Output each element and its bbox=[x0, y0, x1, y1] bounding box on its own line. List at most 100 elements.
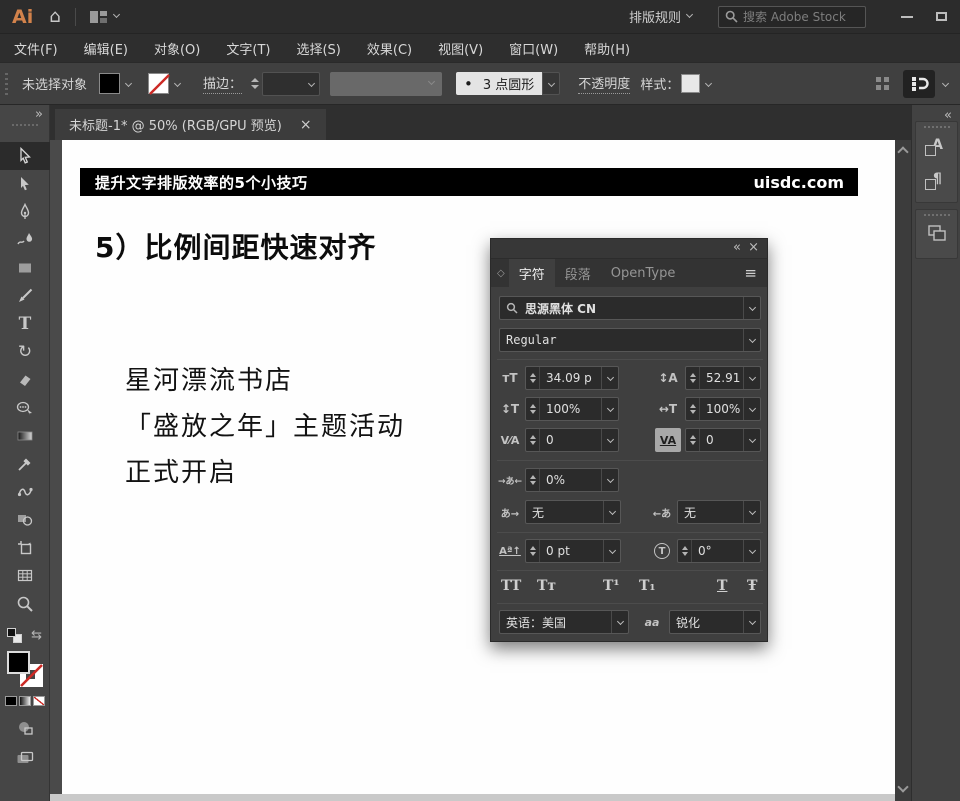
horizontal-scale-stepper[interactable] bbox=[686, 398, 700, 420]
scroll-down-icon[interactable] bbox=[897, 781, 908, 792]
search-input[interactable] bbox=[743, 10, 853, 24]
fill-proxy[interactable] bbox=[7, 651, 30, 674]
chevron-down-icon[interactable] bbox=[113, 11, 120, 18]
menu-select[interactable]: 选择(S) bbox=[296, 39, 340, 58]
scroll-up-icon[interactable] bbox=[897, 146, 908, 157]
home-icon[interactable]: ⌂ bbox=[49, 6, 60, 27]
brush-combo-chevron[interactable] bbox=[542, 72, 560, 95]
curvature-tool[interactable] bbox=[0, 226, 50, 254]
artboard[interactable]: 提升文字排版效率的5个小技巧 uisdc.com 5）比例间距快速对齐 星河漂流… bbox=[62, 140, 895, 794]
character-styles-panel-icon[interactable]: A bbox=[916, 128, 957, 162]
chevron-down-icon[interactable] bbox=[743, 398, 760, 420]
chevron-down-icon[interactable] bbox=[611, 611, 628, 633]
touch-workspace-icon[interactable] bbox=[876, 77, 889, 90]
proportional-stepper[interactable] bbox=[526, 469, 540, 491]
layers-panel-icon[interactable] bbox=[916, 216, 957, 250]
leading-stepper[interactable] bbox=[686, 367, 700, 389]
menu-object[interactable]: 对象(O) bbox=[154, 39, 200, 58]
workspace-switcher[interactable]: 排版规则 bbox=[629, 7, 692, 26]
chevron-down-icon[interactable] bbox=[601, 429, 618, 451]
document-tab[interactable]: 未标题-1* @ 50% (RGB/GPU 预览) × bbox=[55, 109, 326, 140]
menu-type[interactable]: 文字(T) bbox=[226, 39, 270, 58]
tab-paragraph[interactable]: 段落 bbox=[555, 259, 601, 287]
artboard-tool[interactable] bbox=[0, 534, 50, 562]
expand-panel-icon[interactable]: » bbox=[35, 107, 43, 122]
chevron-down-icon[interactable] bbox=[743, 329, 760, 351]
blend-tool[interactable] bbox=[0, 478, 50, 506]
menu-effect[interactable]: 效果(C) bbox=[367, 39, 412, 58]
aki-right-field[interactable]: 无 bbox=[677, 500, 761, 524]
superscript-button[interactable]: T¹ bbox=[603, 578, 620, 594]
stroke-weight-combo[interactable] bbox=[262, 72, 320, 96]
font-family-combo[interactable]: 思源黑体 CN bbox=[499, 296, 761, 320]
horizontal-scale-field[interactable]: 100% bbox=[685, 397, 761, 421]
graphic-style-button[interactable] bbox=[681, 73, 716, 94]
proportional-spacing-field[interactable]: 0% bbox=[525, 468, 619, 492]
none-mode-button[interactable] bbox=[33, 696, 45, 706]
aki-left-field[interactable]: 无 bbox=[525, 500, 621, 524]
arrange-documents-icon[interactable] bbox=[90, 10, 108, 24]
menu-view[interactable]: 视图(V) bbox=[438, 39, 483, 58]
fill-stroke-indicator[interactable] bbox=[7, 651, 43, 687]
language-combo[interactable]: 英语：美国 bbox=[499, 610, 629, 634]
tracking-field[interactable]: 0 bbox=[685, 428, 761, 452]
opacity-label-link[interactable]: 不透明度 bbox=[578, 73, 630, 94]
chevron-down-icon[interactable] bbox=[603, 540, 620, 562]
chevron-down-icon[interactable] bbox=[601, 398, 618, 420]
illustrator-logo-icon[interactable]: Ai bbox=[12, 6, 33, 28]
font-style-combo[interactable]: Regular bbox=[499, 328, 761, 352]
fill-color-button[interactable] bbox=[99, 73, 136, 94]
chevron-down-icon[interactable] bbox=[743, 611, 760, 633]
tab-opentype[interactable]: OpenType bbox=[601, 259, 686, 287]
tracking-stepper[interactable] bbox=[686, 429, 700, 451]
canvas-area[interactable]: 提升文字排版效率的5个小技巧 uisdc.com 5）比例间距快速对齐 星河漂流… bbox=[50, 140, 895, 801]
color-mode-button[interactable] bbox=[5, 696, 17, 706]
stroke-label-link[interactable]: 描边： bbox=[203, 73, 242, 94]
chevron-down-icon[interactable] bbox=[743, 297, 760, 319]
anti-alias-combo[interactable]: 锐化 bbox=[669, 610, 761, 634]
underline-button[interactable]: T bbox=[717, 578, 727, 594]
screen-mode-button[interactable] bbox=[0, 744, 50, 772]
stroke-weight-stepper[interactable] bbox=[248, 78, 262, 89]
minimize-button[interactable] bbox=[892, 5, 922, 29]
type-tool[interactable]: T bbox=[0, 310, 50, 338]
small-caps-button[interactable]: Tт bbox=[537, 578, 556, 594]
vertical-scrollbar[interactable] bbox=[895, 140, 911, 801]
tab-character[interactable]: 字符 bbox=[509, 259, 555, 287]
subscript-button[interactable]: T₁ bbox=[639, 578, 656, 594]
rotation-stepper[interactable] bbox=[678, 540, 692, 562]
font-size-field[interactable]: 34.09 p bbox=[525, 366, 619, 390]
selection-tool[interactable] bbox=[0, 142, 50, 170]
rotation-field[interactable]: 0° bbox=[677, 539, 761, 563]
chevron-down-icon[interactable] bbox=[743, 367, 760, 389]
rotate-tool[interactable]: ↻ bbox=[0, 338, 50, 366]
close-panel-icon[interactable]: × bbox=[748, 240, 759, 255]
vertical-scale-stepper[interactable] bbox=[526, 398, 540, 420]
pen-tool[interactable] bbox=[0, 198, 50, 226]
default-fill-stroke-icon[interactable] bbox=[7, 628, 22, 643]
chevron-down-icon[interactable] bbox=[603, 501, 620, 523]
baseline-shift-field[interactable]: 0 pt bbox=[525, 539, 621, 563]
shaper-tool[interactable] bbox=[0, 394, 50, 422]
chevron-down-icon[interactable] bbox=[942, 80, 949, 87]
chevron-down-icon[interactable] bbox=[743, 501, 760, 523]
menu-edit[interactable]: 编辑(E) bbox=[84, 39, 128, 58]
close-tab-icon[interactable]: × bbox=[300, 117, 312, 133]
gradient-tool[interactable] bbox=[0, 422, 50, 450]
kerning-field[interactable]: 0 bbox=[525, 428, 619, 452]
all-caps-button[interactable]: TT bbox=[501, 578, 521, 594]
eraser-tool[interactable] bbox=[0, 366, 50, 394]
stroke-color-button[interactable] bbox=[148, 73, 185, 94]
panel-menu-icon[interactable]: ≡ bbox=[744, 264, 757, 282]
leading-field[interactable]: 52.91 p bbox=[685, 366, 761, 390]
search-box[interactable] bbox=[718, 6, 866, 28]
strikethrough-button[interactable]: Ŧ bbox=[747, 578, 757, 594]
direct-selection-tool[interactable] bbox=[0, 170, 50, 198]
menu-file[interactable]: 文件(F) bbox=[14, 39, 58, 58]
paragraph-styles-panel-icon[interactable]: ¶ bbox=[916, 162, 957, 196]
paintbrush-tool[interactable] bbox=[0, 282, 50, 310]
eyedropper-tool[interactable] bbox=[0, 450, 50, 478]
chevron-down-icon[interactable] bbox=[601, 367, 618, 389]
rectangle-tool[interactable] bbox=[0, 254, 50, 282]
menu-help[interactable]: 帮助(H) bbox=[584, 39, 630, 58]
